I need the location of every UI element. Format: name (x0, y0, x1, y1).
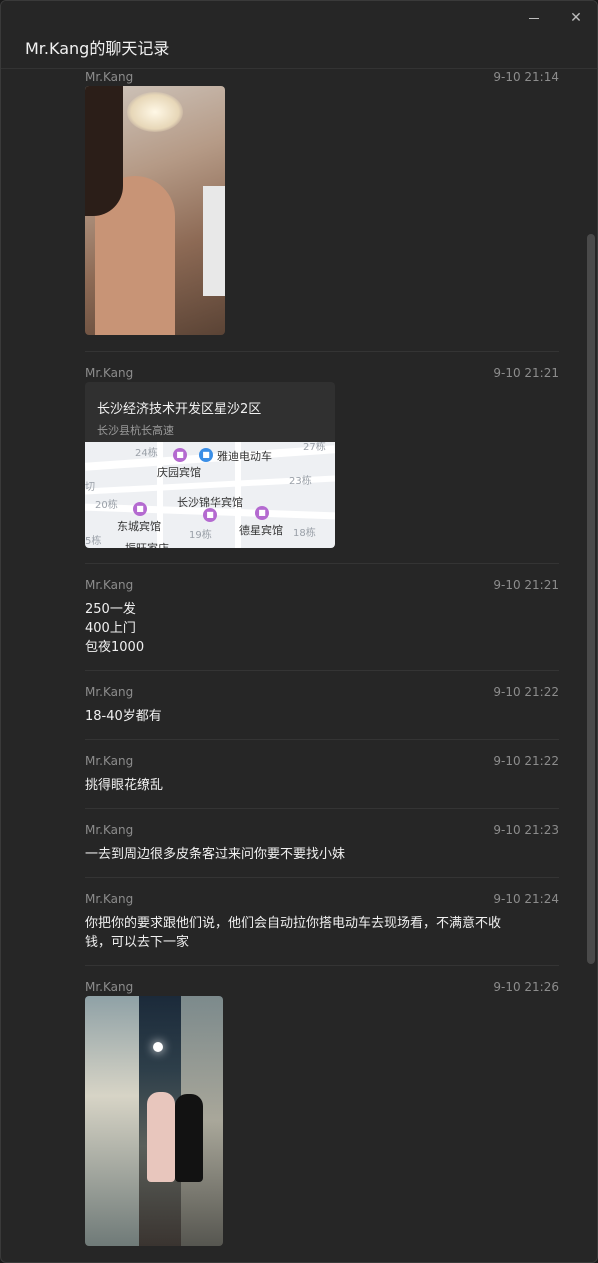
photo-person (147, 1092, 175, 1182)
location-subtitle: 长沙县杭长高速 (97, 424, 174, 437)
message-line: 250一发 (85, 602, 136, 617)
message-item: Mr.Kang 9-10 21:24 你把你的要求跟他们说，他们会自动拉你搭电动… (85, 892, 559, 962)
minimize-button[interactable] (523, 7, 545, 29)
message-time: 9-10 21:21 (493, 578, 559, 592)
minimize-icon (529, 17, 539, 19)
close-icon: ✕ (570, 10, 582, 26)
message-line: 包夜1000 (85, 640, 145, 655)
map-poi: 庆园宾馆 (157, 466, 201, 479)
map-label: 23栋 (289, 476, 312, 487)
photo-light (153, 1042, 163, 1052)
message-time: 9-10 21:22 (493, 685, 559, 699)
message-sender: Mr.Kang (85, 366, 134, 380)
scrollbar-thumb[interactable] (587, 234, 595, 964)
map-label: 切 (85, 482, 95, 493)
message-divider (85, 563, 559, 564)
message-text: 挑得眼花缭乱 (85, 776, 545, 795)
message-divider (85, 877, 559, 878)
message-time: 9-10 21:21 (493, 366, 559, 380)
message-line: 18-40岁都有 (85, 709, 162, 724)
hotel-icon: ■ (203, 508, 217, 522)
photo-person (175, 1094, 203, 1182)
location-map[interactable]: 24栋 27栋 23栋 20栋 19栋 18栋 5栋 切 ■ 庆园宾馆 ■ 雅迪… (85, 442, 335, 548)
message-item: Mr.Kang 9-10 21:21 250一发 400上门 包夜1000 (85, 578, 559, 668)
message-time: 9-10 21:26 (493, 980, 559, 994)
message-text: 250一发 400上门 包夜1000 (85, 600, 545, 657)
photo-window (203, 186, 225, 296)
message-line: 400上门 (85, 621, 136, 636)
message-sender: Mr.Kang (85, 754, 134, 768)
message-item: Mr.Kang 9-10 21:21 长沙经济技术开发区星沙2区 长沙县杭长高速… (85, 366, 559, 556)
map-label: 27栋 (303, 442, 326, 453)
photo-lamp (127, 92, 183, 132)
message-sender: Mr.Kang (85, 892, 134, 906)
map-poi: 雅迪电动车 (217, 450, 272, 463)
hotel-icon: ■ (173, 448, 187, 462)
message-divider (85, 808, 559, 809)
map-label: 5栋 (85, 536, 102, 547)
map-poi: 东城宾馆 (117, 520, 161, 533)
hotel-icon: ■ (133, 502, 147, 516)
message-item: Mr.Kang 9-10 21:26 (85, 980, 559, 1250)
message-text: 18-40岁都有 (85, 707, 545, 726)
message-item: Mr.Kang 9-10 21:22 18-40岁都有 (85, 685, 559, 735)
message-line: 一去到周边很多皮条客过来问你要不要找小妹 (85, 847, 346, 862)
location-title: 长沙经济技术开发区星沙2区 (97, 402, 262, 417)
message-time: 9-10 21:22 (493, 754, 559, 768)
message-line: 挑得眼花缭乱 (85, 778, 164, 793)
message-line: 钱，可以去下一家 (85, 935, 190, 950)
message-line: 你把你的要求跟他们说，他们会自动拉你搭电动车去现场看，不满意不收 (85, 916, 502, 931)
message-list[interactable]: Mr.Kang 9-10 21:14 Mr.Kang 9-10 21:21 长沙… (1, 70, 597, 1262)
message-item: Mr.Kang 9-10 21:23 一去到周边很多皮条客过来问你要不要找小妹 (85, 823, 559, 873)
map-label: 18栋 (293, 528, 316, 539)
message-text: 一去到周边很多皮条客过来问你要不要找小妹 (85, 845, 545, 864)
message-sender: Mr.Kang (85, 980, 134, 994)
hotel-icon: ■ (255, 506, 269, 520)
chat-history-window: Mr.Kang的聊天记录 ✕ Mr.Kang 9-10 21:14 Mr.Kan… (0, 0, 598, 1263)
message-divider (85, 351, 559, 352)
message-photo[interactable] (85, 996, 223, 1246)
message-time: 9-10 21:24 (493, 892, 559, 906)
close-button[interactable]: ✕ (565, 7, 587, 29)
message-sender: Mr.Kang (85, 578, 134, 592)
message-divider (85, 739, 559, 740)
map-label: 19栋 (189, 530, 212, 541)
message-sender: Mr.Kang (85, 823, 134, 837)
title-bar: Mr.Kang的聊天记录 ✕ (1, 1, 597, 69)
message-sender: Mr.Kang (85, 685, 134, 699)
ebike-icon: ■ (199, 448, 213, 462)
message-time: 9-10 21:14 (493, 70, 559, 84)
message-photo[interactable] (85, 86, 225, 335)
map-poi: 德星宾馆 (239, 524, 283, 537)
message-time: 9-10 21:23 (493, 823, 559, 837)
map-label: 20栋 (95, 500, 118, 511)
photo-hair (85, 86, 123, 216)
location-card[interactable]: 长沙经济技术开发区星沙2区 长沙县杭长高速 24栋 27栋 23栋 20栋 19… (85, 382, 335, 548)
message-item: Mr.Kang 9-10 21:22 挑得眼花缭乱 (85, 754, 559, 804)
message-text: 你把你的要求跟他们说，他们会自动拉你搭电动车去现场看，不满意不收 钱，可以去下一… (85, 914, 545, 952)
message-sender: Mr.Kang (85, 70, 134, 84)
message-item: Mr.Kang 9-10 21:14 (85, 70, 559, 336)
message-divider (85, 965, 559, 966)
photo-wall-left (85, 996, 139, 1246)
map-poi: 振旺家店 (125, 540, 169, 548)
map-label: 24栋 (135, 448, 158, 459)
message-divider (85, 670, 559, 671)
window-title: Mr.Kang的聊天记录 (25, 39, 170, 58)
